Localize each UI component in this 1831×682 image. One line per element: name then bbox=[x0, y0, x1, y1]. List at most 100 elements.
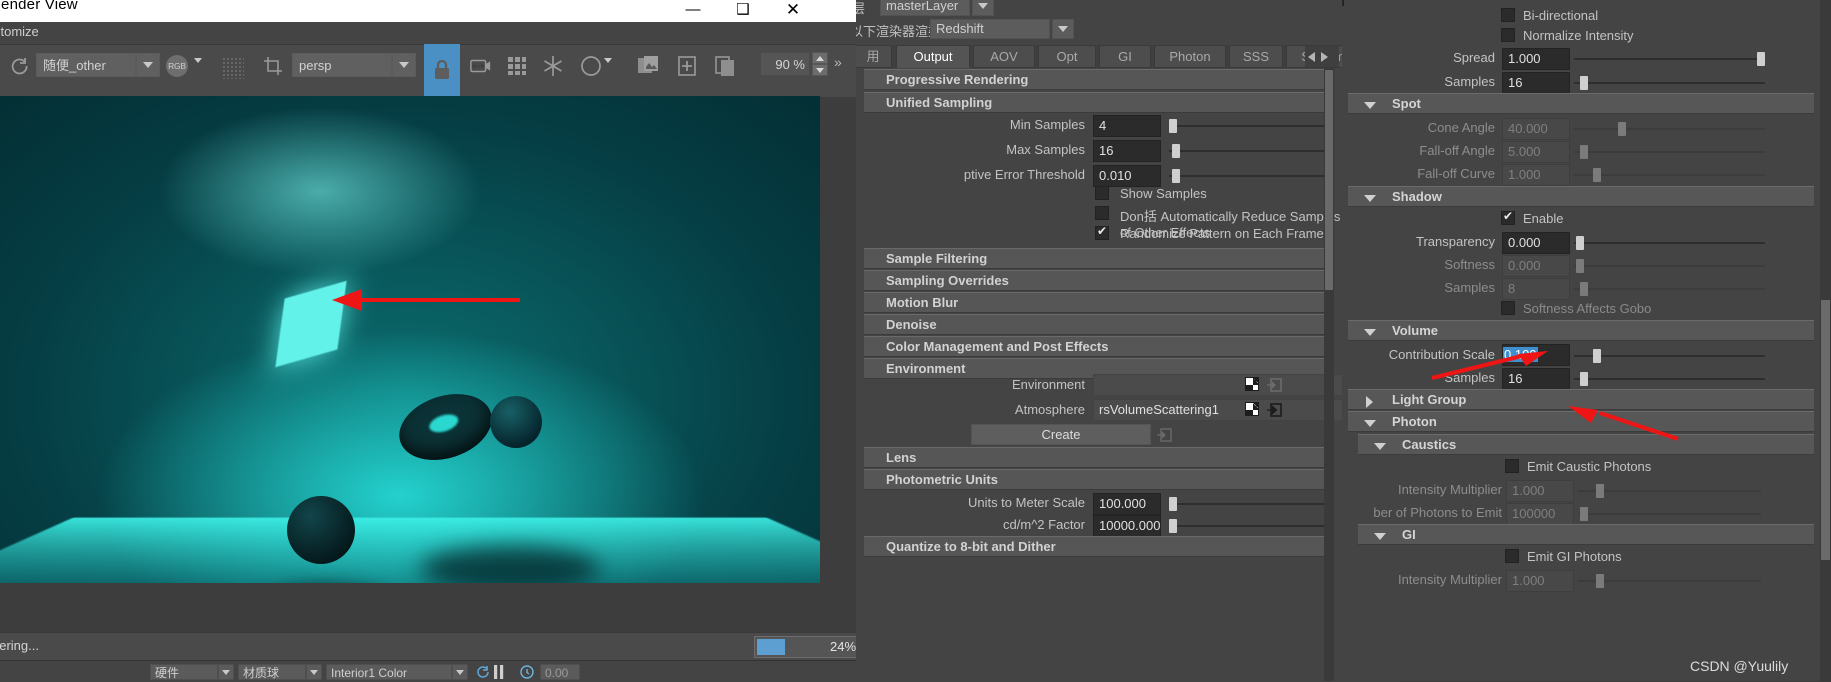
transparency-field[interactable]: 0.000 bbox=[1502, 232, 1570, 254]
section-gi[interactable]: GI bbox=[1358, 524, 1814, 545]
section-sample-filtering[interactable]: Sample Filtering bbox=[864, 248, 1334, 269]
chevron-down-icon[interactable] bbox=[604, 58, 612, 84]
cd-m2-factor-field[interactable]: 10000.000 bbox=[1093, 515, 1161, 537]
gi-intensity-multiplier-field[interactable]: 1.000 bbox=[1506, 570, 1574, 592]
section-spot[interactable]: Spot bbox=[1348, 93, 1814, 114]
spread-slider-knob[interactable] bbox=[1757, 52, 1765, 66]
emit-caustic-photons-checkbox[interactable] bbox=[1505, 459, 1519, 473]
minimize-icon[interactable]: — bbox=[670, 0, 716, 22]
fall-off-angle-slider-knob[interactable] bbox=[1580, 145, 1588, 159]
chevron-right-icon[interactable] bbox=[1366, 396, 1373, 408]
zoom-level-field[interactable]: 90 % bbox=[760, 52, 810, 76]
chevron-down-icon[interactable] bbox=[1052, 19, 1074, 39]
chevron-down-icon[interactable] bbox=[218, 664, 234, 680]
sun-sky-connect-icon[interactable] bbox=[1156, 427, 1172, 442]
tab-photon[interactable]: Photon bbox=[1154, 45, 1226, 68]
section-shadow[interactable]: Shadow bbox=[1348, 186, 1814, 207]
emit-gi-photons-checkbox[interactable] bbox=[1505, 549, 1519, 563]
circle-icon[interactable] bbox=[576, 53, 606, 79]
section-quantize[interactable]: Quantize to 8-bit and Dither bbox=[864, 536, 1334, 557]
units-to-meter-scale-slider[interactable] bbox=[1169, 503, 1332, 505]
section-lens[interactable]: Lens bbox=[864, 447, 1334, 468]
rendered-image-canvas[interactable] bbox=[0, 96, 820, 583]
section-volume[interactable]: Volume bbox=[1348, 320, 1814, 341]
fall-off-curve-slider-knob[interactable] bbox=[1593, 168, 1601, 182]
number-of-photons-slider[interactable] bbox=[1578, 513, 1761, 515]
section-progressive-rendering[interactable]: Progressive Rendering bbox=[864, 69, 1334, 90]
spread-field[interactable]: 1.000 bbox=[1502, 48, 1570, 70]
spread-slider[interactable] bbox=[1574, 58, 1765, 60]
caustics-intensity-multiplier-field[interactable]: 1.000 bbox=[1506, 480, 1574, 502]
add-image-icon[interactable] bbox=[672, 53, 702, 79]
lock-icon[interactable] bbox=[424, 44, 460, 96]
chevron-down-icon[interactable] bbox=[452, 664, 468, 680]
caustics-intensity-multiplier-slider-knob[interactable] bbox=[1596, 484, 1604, 498]
contribution-scale-slider-knob[interactable] bbox=[1593, 349, 1601, 363]
tab-sss[interactable]: SSS bbox=[1229, 45, 1283, 68]
tab-opt[interactable]: Opt bbox=[1038, 45, 1096, 68]
sync-icon[interactable] bbox=[476, 665, 490, 682]
adaptive-error-threshold-slider[interactable] bbox=[1169, 175, 1332, 177]
transparency-slider-knob[interactable] bbox=[1576, 236, 1584, 250]
dont-auto-reduce-checkbox[interactable] bbox=[1095, 206, 1109, 220]
environment-connect-icon[interactable] bbox=[1266, 377, 1282, 392]
partial-top-checkbox[interactable] bbox=[1342, 0, 1344, 6]
gi-intensity-multiplier-slider[interactable] bbox=[1578, 580, 1761, 582]
chevron-down-icon[interactable] bbox=[194, 58, 202, 84]
tab-gi[interactable]: GI bbox=[1099, 45, 1151, 68]
section-motion-blur[interactable]: Motion Blur bbox=[864, 292, 1334, 313]
cone-angle-field[interactable]: 40.000 bbox=[1502, 118, 1570, 140]
atmosphere-texture-icon[interactable] bbox=[1245, 402, 1259, 416]
min-samples-field[interactable]: 4 bbox=[1093, 115, 1161, 137]
shadow-samples-field[interactable]: 8 bbox=[1502, 278, 1570, 300]
right-panel-scrollbar-thumb[interactable] bbox=[1821, 300, 1830, 560]
contribution-scale-slider[interactable] bbox=[1574, 355, 1765, 357]
rgb-channel-icon[interactable]: RGB bbox=[166, 55, 188, 81]
pause-icon[interactable] bbox=[494, 665, 504, 682]
area-samples-field[interactable]: 16 bbox=[1502, 72, 1570, 94]
softness-affects-gobo-checkbox[interactable] bbox=[1501, 301, 1515, 315]
min-samples-slider-knob[interactable] bbox=[1169, 119, 1177, 133]
section-denoise[interactable]: Denoise bbox=[864, 314, 1334, 335]
softness-field[interactable]: 0.000 bbox=[1502, 255, 1570, 277]
section-unified-sampling[interactable]: Unified Sampling bbox=[864, 92, 1334, 113]
tab-aov[interactable]: AOV bbox=[973, 45, 1035, 68]
render-layer-select[interactable]: 随便_other bbox=[36, 53, 136, 77]
environment-texture-icon[interactable] bbox=[1245, 377, 1259, 391]
cd-m2-factor-slider[interactable] bbox=[1169, 525, 1332, 527]
render-layer-field[interactable]: masterLayer bbox=[880, 0, 970, 16]
pixel-grid-icon[interactable] bbox=[222, 57, 244, 83]
close-icon[interactable]: ✕ bbox=[770, 0, 816, 22]
shadow-samples-slider-knob[interactable] bbox=[1580, 282, 1588, 296]
adaptive-error-threshold-slider-knob[interactable] bbox=[1172, 169, 1180, 183]
chevron-down-icon[interactable] bbox=[1364, 102, 1376, 109]
min-samples-slider[interactable] bbox=[1169, 125, 1332, 127]
renderer-field[interactable]: Redshift bbox=[930, 19, 1050, 39]
chevron-down-icon[interactable] bbox=[1364, 329, 1376, 336]
chevron-right-icon[interactable] bbox=[1321, 51, 1328, 62]
volume-samples-slider-knob[interactable] bbox=[1580, 372, 1588, 386]
hardware-select[interactable]: 硬件 bbox=[150, 664, 218, 680]
chevron-down-icon[interactable] bbox=[1364, 420, 1376, 427]
area-samples-slider-knob[interactable] bbox=[1580, 76, 1588, 90]
time-value-field[interactable]: 0.00 bbox=[540, 664, 580, 680]
normalize-intensity-checkbox[interactable] bbox=[1501, 28, 1515, 42]
tab-common[interactable]: 用 bbox=[856, 45, 892, 68]
stepper-up-icon[interactable] bbox=[812, 52, 828, 64]
environment-field[interactable] bbox=[1093, 374, 1342, 396]
grid-icon[interactable] bbox=[502, 53, 532, 79]
chevron-down-icon[interactable] bbox=[392, 53, 416, 77]
section-sampling-overrides[interactable]: Sampling Overrides bbox=[864, 270, 1334, 291]
adaptive-error-threshold-field[interactable]: 0.010 bbox=[1093, 165, 1161, 187]
image-stack-icon[interactable] bbox=[634, 53, 664, 79]
create-sun-sky-button[interactable]: Create bbox=[971, 424, 1151, 445]
softness-slider[interactable] bbox=[1574, 265, 1765, 267]
shadow-enable-checkbox[interactable] bbox=[1501, 209, 1515, 225]
camera-snapshot-icon[interactable] bbox=[466, 53, 496, 79]
max-samples-slider[interactable] bbox=[1169, 150, 1332, 152]
fall-off-angle-slider[interactable] bbox=[1574, 151, 1765, 153]
material-select[interactable]: 材质球 bbox=[238, 664, 306, 680]
section-photometric-units[interactable]: Photometric Units bbox=[864, 469, 1334, 490]
stepper-down-icon[interactable] bbox=[812, 64, 828, 76]
section-color-management[interactable]: Color Management and Post Effects bbox=[864, 336, 1334, 357]
